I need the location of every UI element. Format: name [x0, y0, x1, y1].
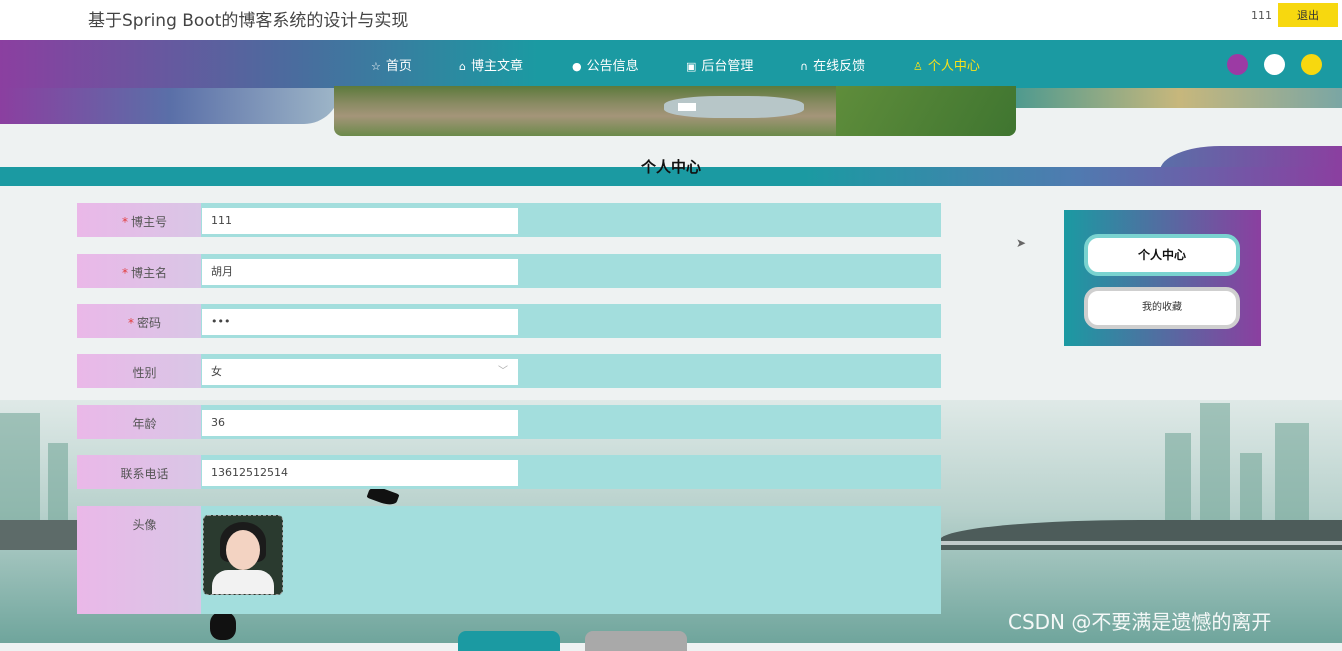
theme-yellow-dot[interactable]	[1301, 54, 1322, 75]
watermark: CSDN @不要满是遗憾的离开	[1008, 610, 1272, 634]
theme-purple-dot[interactable]	[1227, 54, 1248, 75]
hero-decoration-right	[1016, 88, 1342, 108]
nav-item-label: 在线反馈	[813, 59, 866, 74]
field-label: 联系电话	[120, 467, 169, 481]
field-label: 年龄	[132, 417, 157, 431]
nav-item-profile[interactable]: ♙ 个人中心	[913, 55, 980, 74]
field-label: 博主号	[130, 215, 167, 229]
site-title: 基于Spring Boot的博客系统的设计与实现	[88, 11, 409, 31]
form-row-gender: 性别 女 ﹀	[77, 354, 941, 388]
headset-icon: ∩	[800, 60, 809, 73]
logout-account-button[interactable]	[585, 631, 687, 651]
nav-item-feedback[interactable]: ∩ 在线反馈	[800, 55, 865, 74]
mouse-cursor-icon: ➤	[1016, 236, 1027, 250]
blogger-no-input[interactable]	[202, 208, 518, 234]
hero-decoration-left	[0, 88, 340, 124]
building-shape	[1165, 433, 1191, 523]
user-icon: ♙	[913, 60, 923, 73]
required-mark: *	[121, 215, 128, 229]
age-input[interactable]	[202, 410, 518, 436]
building-shape	[1240, 453, 1262, 523]
page-title: 个人中心	[640, 158, 701, 176]
form-row-avatar: 头像	[77, 506, 941, 614]
logout-button[interactable]: 退出	[1278, 3, 1338, 27]
main-nav: ☆ 首页 ⌂ 博主文章 ● 公告信息 ▣ 后台管理 ∩ 在线反馈 ♙ 个人中心	[0, 40, 1342, 88]
shoreline-left	[0, 520, 80, 550]
update-info-button[interactable]	[458, 631, 560, 651]
form-row-age: 年龄	[77, 405, 941, 439]
required-mark: *	[121, 266, 128, 280]
carousel-indicator[interactable]	[678, 103, 696, 111]
field-label: 头像	[132, 518, 157, 532]
required-mark: *	[127, 316, 134, 330]
theme-white-dot[interactable]	[1264, 54, 1285, 75]
field-label: 性别	[132, 366, 157, 380]
building-shape	[1200, 403, 1230, 523]
building-shape	[0, 413, 40, 523]
nav-item-articles[interactable]: ⌂ 博主文章	[459, 55, 523, 74]
blogger-name-input[interactable]	[202, 259, 518, 285]
nav-item-label: 后台管理	[701, 59, 754, 74]
bridge-lights	[940, 541, 1342, 545]
nav-item-home[interactable]: ☆ 首页	[371, 55, 412, 74]
form-row-blogger-name: * 博主名	[77, 254, 941, 288]
form-row-phone: 联系电话	[77, 455, 941, 489]
avatar-upload[interactable]	[203, 515, 283, 595]
top-bar: 基于Spring Boot的博客系统的设计与实现 111 退出	[0, 0, 1342, 40]
form-row-password: * 密码 •••	[77, 304, 941, 338]
profile-sidebar: 个人中心 我的收藏	[1064, 210, 1261, 346]
banner-image-grass	[836, 86, 1016, 136]
password-input[interactable]: •••	[202, 309, 518, 335]
banner-carousel[interactable]	[334, 86, 1016, 136]
clock-icon: ●	[572, 60, 582, 73]
phone-input[interactable]	[202, 460, 518, 486]
nav-item-label: 博主文章	[470, 59, 523, 74]
gender-value: 女	[211, 365, 222, 378]
sidebar-item-profile[interactable]: 个人中心	[1084, 234, 1240, 276]
nav-item-label: 首页	[385, 59, 412, 74]
gender-select[interactable]: 女 ﹀	[202, 359, 518, 385]
form-row-blogger-no: * 博主号	[77, 203, 941, 237]
nav-item-admin[interactable]: ▣ 后台管理	[686, 55, 753, 74]
home-icon: ⌂	[459, 60, 466, 73]
nav-item-label: 个人中心	[927, 59, 980, 74]
current-username: 111	[1251, 9, 1272, 22]
field-label: 博主名	[130, 266, 167, 280]
nav-item-notices[interactable]: ● 公告信息	[572, 55, 639, 74]
field-label: 密码	[136, 316, 161, 330]
chevron-down-icon: ﹀	[498, 366, 508, 377]
star-icon: ☆	[371, 60, 381, 73]
gift-icon: ▣	[686, 60, 697, 73]
bird-silhouette	[210, 612, 236, 640]
sidebar-item-favorites[interactable]: 我的收藏	[1084, 287, 1240, 329]
nav-item-label: 公告信息	[586, 59, 639, 74]
building-shape	[48, 443, 68, 523]
building-shape	[1275, 423, 1309, 523]
